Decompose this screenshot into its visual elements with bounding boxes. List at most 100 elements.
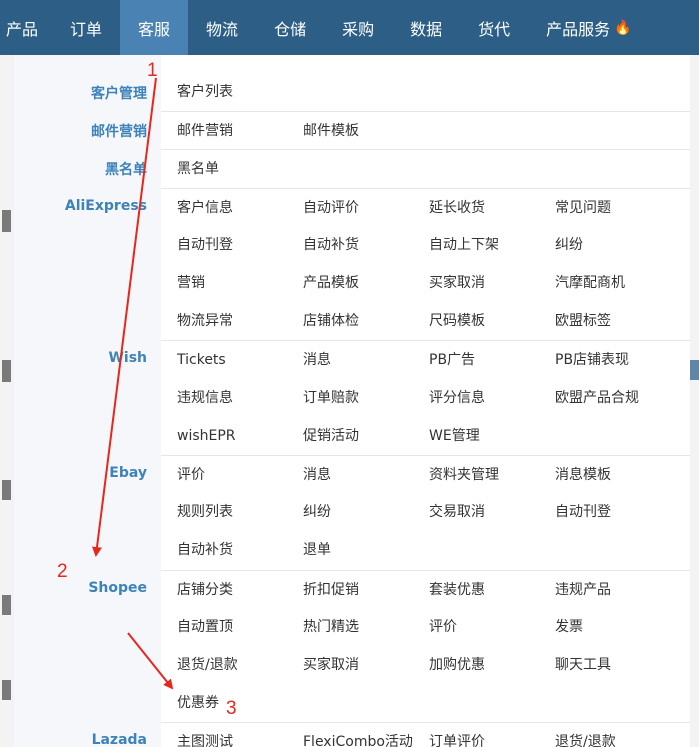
category-aliexpress-3[interactable]: AliExpress — [65, 198, 147, 214]
menu-item[interactable]: 折扣促销 — [303, 571, 359, 609]
background-band — [690, 360, 699, 380]
menu-item[interactable]: 聊天工具 — [555, 646, 611, 684]
menu-item[interactable]: 延长收货 — [429, 189, 485, 227]
menu-row: 客户信息 自动评价 延长收货 常见问题 — [161, 187, 690, 227]
menu-item[interactable]: 纠纷 — [303, 493, 331, 531]
nav-item-3[interactable]: 物流 — [188, 0, 256, 55]
nav-item-8[interactable]: 产品服务 🔥 — [528, 0, 649, 55]
menu-row: 主图测试 FlexiCombo活动 订单评价 退货/退款 — [161, 722, 690, 747]
nav-item-1[interactable]: 订单 — [52, 0, 120, 55]
background-marker — [2, 480, 11, 500]
menu-item[interactable]: 套装优惠 — [429, 571, 485, 609]
nav-item-5[interactable]: 采购 — [324, 0, 392, 55]
menu-item[interactable]: 黑名单 — [177, 150, 219, 188]
category-wish-4[interactable]: Wish — [108, 350, 147, 366]
menu-item[interactable]: Tickets — [177, 341, 226, 379]
menu-item[interactable]: 自动刊登 — [177, 226, 233, 264]
menu-item[interactable]: 自动上下架 — [429, 226, 499, 264]
nav-item-label: 客服 — [138, 19, 171, 39]
nav-item-7[interactable]: 货代 — [460, 0, 528, 55]
menu-item[interactable]: 促销活动 — [303, 417, 359, 455]
menu-item[interactable]: 交易取消 — [429, 493, 485, 531]
category---1[interactable]: 邮件营销 — [91, 121, 147, 141]
menu-item[interactable]: 订单赔款 — [303, 379, 359, 417]
customer-service-dropdown-panel: 客户管理 邮件营销 黑名单 AliExpress Wish Ebay Shopee Lazad… — [14, 55, 690, 747]
menu-item[interactable]: 加购优惠 — [429, 646, 485, 684]
menu-item[interactable]: 纠纷 — [555, 226, 583, 264]
menu-item[interactable]: PB店铺表现 — [555, 341, 629, 379]
menu-item[interactable]: 消息模板 — [555, 456, 611, 494]
nav-item-2[interactable]: 客服 — [120, 0, 189, 55]
menu-item[interactable]: 物流异常 — [177, 302, 233, 340]
menu-item[interactable]: 自动刊登 — [555, 493, 611, 531]
menu-item[interactable]: 评价 — [177, 456, 205, 494]
menu-item[interactable]: PB广告 — [429, 341, 475, 379]
menu-item[interactable]: 自动补货 — [177, 531, 233, 569]
menu-item[interactable]: 资料夹管理 — [429, 456, 499, 494]
menu-item[interactable]: 产品模板 — [303, 264, 359, 302]
nav-item-4[interactable]: 仓储 — [256, 0, 324, 55]
category-lazada-7[interactable]: Lazada — [92, 732, 147, 747]
category---0[interactable]: 客户管理 — [91, 83, 147, 103]
menu-item[interactable]: 客户信息 — [177, 189, 233, 227]
menu-item[interactable]: 店铺体检 — [303, 302, 359, 340]
menu-item[interactable]: 订单评价 — [429, 723, 485, 747]
nav-item-label: 订单 — [70, 19, 103, 39]
category---2[interactable]: 黑名单 — [105, 159, 147, 179]
menu-item[interactable]: 客户列表 — [177, 73, 233, 111]
fire-icon: 🔥 — [614, 19, 632, 36]
menu-row: 违规信息 订单赔款 评分信息 欧盟产品合规 — [161, 379, 690, 417]
menu-item[interactable]: wishEPR — [177, 417, 236, 455]
menu-item[interactable]: 发票 — [555, 608, 583, 646]
menu-item[interactable]: 自动补货 — [303, 226, 359, 264]
menu-item[interactable]: 评分信息 — [429, 379, 485, 417]
menu-item[interactable]: 退单 — [303, 531, 331, 569]
menu-item[interactable]: 欧盟产品合规 — [555, 379, 639, 417]
menu-item[interactable]: 退货/退款 — [555, 723, 616, 747]
background-page-left-edge — [0, 55, 14, 747]
menu-item[interactable]: WE管理 — [429, 417, 480, 455]
nav-item-label: 物流 — [206, 19, 239, 39]
category-ebay-5[interactable]: Ebay — [109, 465, 147, 481]
menu-item[interactable]: 违规产品 — [555, 571, 611, 609]
menu-item[interactable]: 违规信息 — [177, 379, 233, 417]
menu-item[interactable]: FlexiCombo活动 — [303, 723, 413, 747]
menu-item[interactable]: 热门精选 — [303, 608, 359, 646]
nav-item-6[interactable]: 数据 — [392, 0, 460, 55]
category-shopee-6[interactable]: Shopee — [88, 580, 147, 596]
menu-item[interactable]: 优惠券 — [177, 684, 219, 722]
background-marker — [2, 360, 11, 382]
background-marker — [2, 210, 11, 232]
menu-item[interactable]: 尺码模板 — [429, 302, 485, 340]
background-marker — [2, 680, 11, 700]
menu-item[interactable]: 邮件模板 — [303, 112, 359, 150]
menu-item[interactable]: 主图测试 — [177, 723, 233, 747]
menu-row: 优惠券 — [161, 684, 690, 722]
menu-item[interactable]: 常见问题 — [555, 189, 611, 227]
menu-item[interactable]: 买家取消 — [429, 264, 485, 302]
menu-item[interactable]: 买家取消 — [303, 646, 359, 684]
menu-item[interactable]: 欧盟标签 — [555, 302, 611, 340]
menu-row: 自动刊登 自动补货 自动上下架 纠纷 — [161, 226, 690, 264]
menu-item[interactable]: 消息 — [303, 341, 331, 379]
menu-row: wishEPR 促销活动 WE管理 — [161, 417, 690, 455]
menu-row: Tickets 消息 PB广告 PB店铺表现 — [161, 340, 690, 378]
menu-item[interactable]: 汽摩配商机 — [555, 264, 625, 302]
menu-item[interactable]: 营销 — [177, 264, 205, 302]
menu-row: 店铺分类 折扣促销 套装优惠 违规产品 — [161, 569, 690, 609]
menu-row: 规则列表 纠纷 交易取消 自动刊登 — [161, 493, 690, 531]
menu-item[interactable]: 评价 — [429, 608, 457, 646]
menu-item[interactable]: 邮件营销 — [177, 112, 233, 150]
nav-item-0[interactable]: 产品 — [0, 0, 52, 55]
menu-item[interactable]: 自动评价 — [303, 189, 359, 227]
annotation-number-1: 1 — [147, 60, 158, 81]
menu-item[interactable]: 自动置顶 — [177, 608, 233, 646]
menu-row: 黑名单 — [161, 149, 690, 187]
menu-row: 评价 消息 资料夹管理 消息模板 — [161, 455, 690, 493]
menu-item[interactable]: 退货/退款 — [177, 646, 238, 684]
menu-item[interactable]: 店铺分类 — [177, 571, 233, 609]
menu-item[interactable]: 消息 — [303, 456, 331, 494]
nav-item-label: 仓储 — [274, 19, 307, 39]
menu-row: 邮件营销 邮件模板 — [161, 111, 690, 149]
menu-item[interactable]: 规则列表 — [177, 493, 233, 531]
